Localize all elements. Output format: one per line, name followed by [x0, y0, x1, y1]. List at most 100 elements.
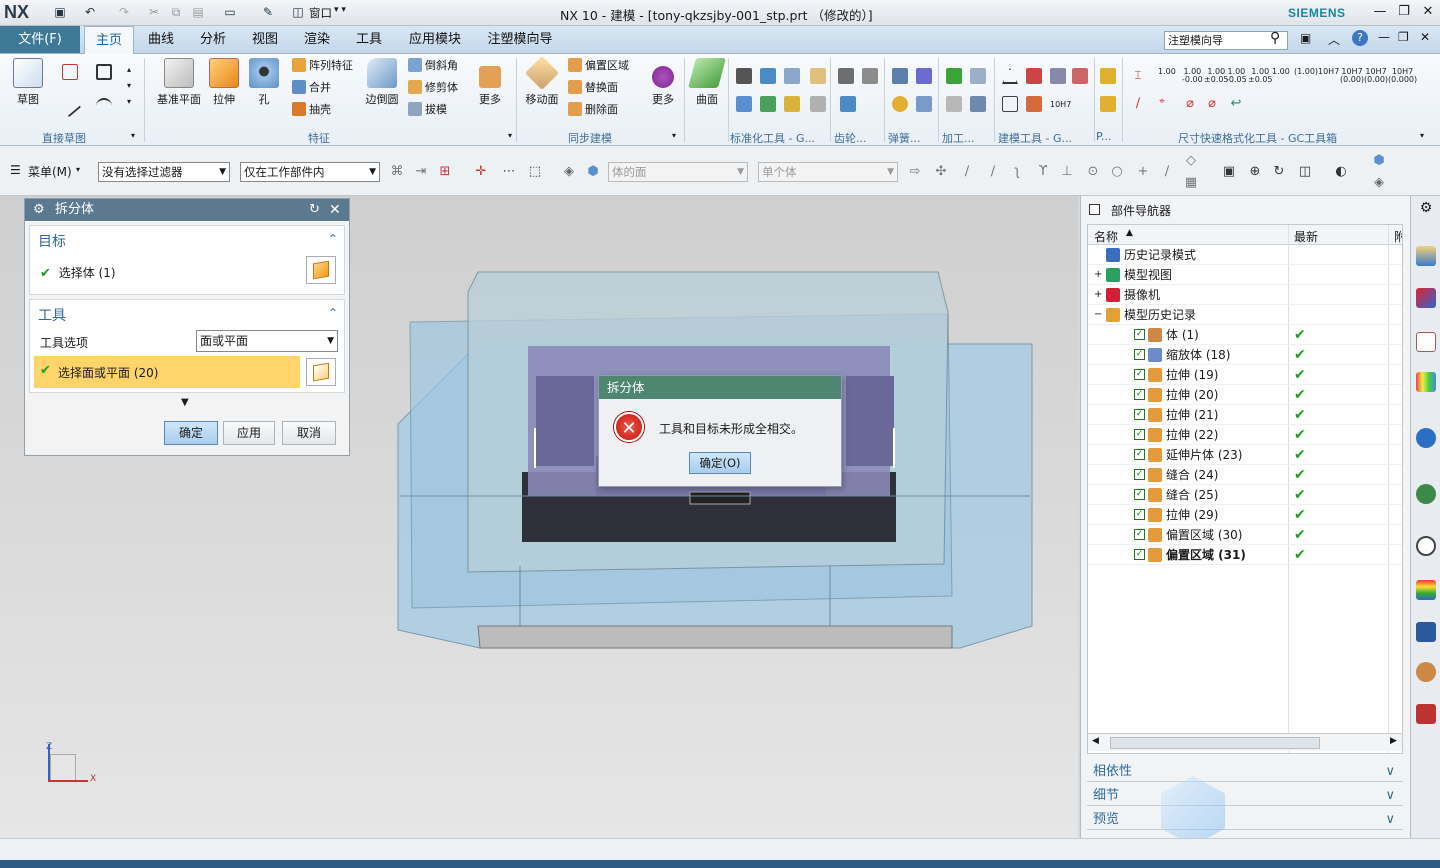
group-menu-icon[interactable]: ▾: [1420, 131, 1424, 140]
dim-tool-icon[interactable]: ⌖: [1154, 96, 1170, 112]
arc-icon[interactable]: [96, 98, 112, 114]
help-icon[interactable]: ?: [1352, 30, 1368, 46]
line-icon[interactable]: [58, 94, 82, 118]
gear-tool-icon[interactable]: [838, 68, 854, 84]
gc-tool-icon[interactable]: [736, 96, 752, 112]
type-filter-select[interactable]: 没有选择过滤器 ▼: [98, 162, 230, 182]
modeling-tool-icon[interactable]: [1026, 96, 1042, 112]
ribbon-options-icon[interactable]: ▣: [1300, 31, 1311, 45]
tree-row[interactable]: − 模型历史记录: [1088, 305, 1402, 325]
tab-analysis[interactable]: 分析: [190, 26, 236, 54]
view-tool-icon[interactable]: ▣: [1222, 165, 1236, 179]
collapse-ribbon-icon[interactable]: ︿: [1328, 31, 1340, 48]
tree-row[interactable]: + 摄像机: [1088, 285, 1402, 305]
p-tool-icon[interactable]: [1100, 96, 1116, 112]
reuse-library-icon[interactable]: [1416, 372, 1436, 392]
col-extra[interactable]: 附: [1394, 228, 1402, 245]
gc-dim-label[interactable]: 10H7 (0.000): [1388, 68, 1417, 84]
horizontal-scrollbar[interactable]: ◀ ▶: [1088, 733, 1402, 751]
reset-icon[interactable]: ↩: [1228, 96, 1244, 112]
reset-icon[interactable]: ↻: [309, 199, 320, 221]
snap-tool-icon[interactable]: ʅ: [1010, 165, 1024, 179]
body-rule-select[interactable]: 单个体 ▼: [758, 162, 898, 182]
navigator-tree[interactable]: 名称 ▲ 最新 附 历史记录模式+模型视图+摄像机−模型历史记录✓体 (1)✔✓…: [1087, 224, 1403, 754]
gc-tool-icon[interactable]: [784, 96, 800, 112]
tree-row[interactable]: ✓ 拉伸 (19) ✔: [1088, 365, 1402, 385]
datum-plane-button[interactable]: 基准平面: [155, 58, 203, 107]
selection-tool-icon[interactable]: ◈: [562, 165, 576, 179]
selection-tool-icon[interactable]: ⇥: [414, 165, 428, 179]
more-features-button[interactable]: 更多: [474, 66, 506, 107]
gc-dim-label[interactable]: 10H7 (0.00): [1340, 68, 1364, 84]
snap-icon[interactable]: ✛: [474, 165, 488, 179]
tree-row[interactable]: ✓ 拉伸 (20) ✔: [1088, 385, 1402, 405]
tool-option-select[interactable]: 面或平面 ▼: [196, 330, 338, 352]
apply-button[interactable]: 应用: [223, 421, 275, 445]
cube-view-icon[interactable]: ⬢: [1372, 154, 1386, 168]
rectangle-select-icon[interactable]: ⬚: [528, 165, 542, 179]
surface-button[interactable]: 曲面: [687, 58, 727, 107]
snap-tool-icon[interactable]: ✣: [934, 165, 948, 179]
dim-tool-icon[interactable]: ⌶: [1130, 68, 1146, 84]
move-face-button[interactable]: 移动面: [524, 56, 560, 107]
snap-tool-icon[interactable]: ▦: [1184, 176, 1198, 190]
manufacturing-wizard-icon[interactable]: [1416, 704, 1436, 724]
more-sync-button[interactable]: 更多: [648, 66, 678, 107]
unite-button[interactable]: 合并: [292, 78, 331, 98]
machining-tool-icon[interactable]: [946, 96, 962, 112]
settings-icon[interactable]: ⚙: [1416, 200, 1436, 220]
tree-row[interactable]: ✓ 缝合 (25) ✔: [1088, 485, 1402, 505]
section-view-icon[interactable]: ◈: [1372, 176, 1386, 190]
visibility-checkbox[interactable]: ✓: [1134, 469, 1145, 480]
col-latest[interactable]: 最新: [1294, 228, 1318, 245]
gc-tool-icon[interactable]: [810, 68, 826, 84]
trim-body-button[interactable]: 修剪体: [408, 78, 458, 98]
selection-tool-icon[interactable]: ⌘: [390, 165, 404, 179]
visibility-checkbox[interactable]: ✓: [1134, 449, 1145, 460]
system-materials-icon[interactable]: [1416, 662, 1436, 682]
gc-tool-icon[interactable]: [760, 96, 776, 112]
tab-home[interactable]: 主页: [84, 26, 134, 54]
assembly-navigator-icon[interactable]: [1416, 246, 1436, 266]
window-menu-arrow-icon[interactable]: ▾ ▾: [334, 5, 346, 15]
snap-tool-icon[interactable]: ∕: [1160, 165, 1174, 179]
modeling-tool-icon[interactable]: [1002, 68, 1018, 84]
window-icon[interactable]: ◫: [290, 4, 306, 20]
doc-minimize-icon[interactable]: —: [1378, 30, 1390, 44]
file-menu-tab[interactable]: 文件(F): [0, 26, 80, 53]
gc-dim-label[interactable]: 1.00 ±0.05: [1204, 68, 1229, 84]
tree-row[interactable]: ✓ 延伸片体 (23) ✔: [1088, 445, 1402, 465]
spring-tool-icon[interactable]: [916, 68, 932, 84]
gear-tool-icon[interactable]: [862, 68, 878, 84]
face-rule-select[interactable]: 体的面 ▼: [608, 162, 748, 182]
sketch-more-icon[interactable]: ▴ ▾ ▾: [127, 62, 131, 110]
collapse-icon[interactable]: ⌃: [328, 306, 338, 320]
tree-row[interactable]: ✓ 拉伸 (22) ✔: [1088, 425, 1402, 445]
shell-button[interactable]: 抽壳: [292, 100, 331, 120]
scroll-left-icon[interactable]: ◀: [1092, 736, 1099, 746]
group-menu-icon[interactable]: ▾: [131, 131, 135, 140]
group-menu-icon[interactable]: ▾: [672, 131, 676, 140]
modeling-tool-icon[interactable]: [1002, 96, 1018, 112]
window-menu[interactable]: 窗口: [309, 5, 332, 21]
visibility-checkbox[interactable]: ✓: [1134, 389, 1145, 400]
visibility-checkbox[interactable]: ✓: [1134, 529, 1145, 540]
gc-dim-label[interactable]: 1.00: [1272, 68, 1290, 76]
col-name[interactable]: 名称: [1094, 228, 1118, 245]
menu-icon[interactable]: ☰: [10, 163, 21, 177]
group-menu-icon[interactable]: ▾: [508, 131, 512, 140]
restore-icon[interactable]: ❐: [1392, 3, 1416, 21]
minimize-icon[interactable]: —: [1368, 3, 1392, 21]
view-orient-icon[interactable]: ◫: [1298, 165, 1312, 179]
spring-tool-icon[interactable]: [892, 96, 908, 112]
modeling-tool-icon[interactable]: [1072, 68, 1088, 84]
part-navigator-icon[interactable]: [1416, 332, 1436, 352]
select-face-button[interactable]: [306, 358, 336, 386]
scroll-thumb[interactable]: [1110, 737, 1320, 749]
tab-tools[interactable]: 工具: [346, 26, 392, 54]
gc-tool-icon[interactable]: [784, 68, 800, 84]
snap-tool-icon[interactable]: ⊙: [1086, 165, 1100, 179]
repeat-command-icon[interactable]: ✎: [260, 4, 276, 20]
undo-icon[interactable]: ↶: [82, 4, 98, 20]
expand-toggle-icon[interactable]: +: [1094, 285, 1102, 305]
